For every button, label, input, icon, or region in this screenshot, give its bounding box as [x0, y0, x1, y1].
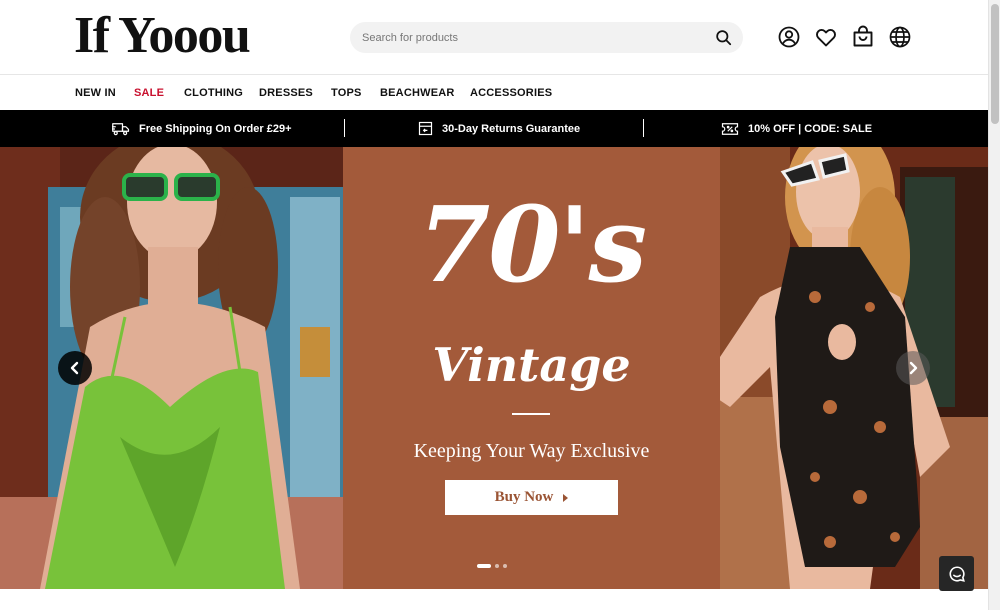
- promo-text-discount: 10% OFF | CODE: SALE: [748, 122, 873, 135]
- delivery-truck-icon: [112, 122, 130, 135]
- buy-now-label: Buy Now: [494, 489, 554, 505]
- nav-item-new-in[interactable]: NEW IN: [75, 87, 116, 99]
- nav-item-clothing[interactable]: CLOTHING: [184, 87, 243, 99]
- promo-free-shipping: Free Shipping On Order £29+: [112, 110, 292, 147]
- hero-tagline: Keeping Your Way Exclusive: [413, 440, 650, 462]
- account-icon[interactable]: [777, 25, 801, 49]
- chevron-right-icon: [909, 361, 918, 375]
- page-scrollbar[interactable]: [988, 0, 1000, 610]
- discount-ticket-icon: [721, 122, 739, 135]
- live-chat-button[interactable]: [939, 556, 974, 591]
- main-nav: NEW IN SALE CLOTHING DRESSES TOPS BEACHW…: [0, 76, 988, 109]
- nav-item-sale[interactable]: SALE: [134, 87, 164, 99]
- nav-item-accessories[interactable]: ACCESSORIES: [470, 87, 552, 99]
- hero-banner[interactable]: 70's Vintage Keeping Your Way Exclusive …: [0, 147, 988, 589]
- carousel-prev-button[interactable]: [58, 351, 92, 385]
- carousel-dot[interactable]: [503, 564, 507, 568]
- promo-text-returns: 30-Day Returns Guarantee: [442, 122, 581, 135]
- search-icon[interactable]: [714, 28, 733, 47]
- globe-icon[interactable]: [888, 25, 912, 49]
- nav-item-beachwear[interactable]: BEACHWEAR: [380, 87, 455, 99]
- nav-item-dresses[interactable]: DRESSES: [259, 87, 313, 99]
- promo-divider: [344, 119, 345, 137]
- hero-text-panel: 70's Vintage Keeping Your Way Exclusive …: [343, 147, 720, 589]
- page-content-strip: [0, 589, 988, 610]
- chat-bubble-icon: [948, 565, 965, 582]
- promo-text-shipping: Free Shipping On Order £29+: [139, 122, 292, 135]
- hero-headline: 70's: [417, 183, 647, 306]
- carousel-next-button[interactable]: [896, 351, 930, 385]
- promo-bar: Free Shipping On Order £29+ 30-Day Retur…: [0, 110, 988, 147]
- hero-subheadline: Vintage: [432, 338, 631, 392]
- hero-divider: [512, 413, 550, 415]
- shopping-bag-icon[interactable]: [851, 25, 875, 49]
- promo-divider: [643, 119, 644, 137]
- brand-logo[interactable]: If Yooou: [74, 8, 251, 64]
- promo-returns: 30-Day Returns Guarantee: [418, 110, 580, 147]
- carousel-dot[interactable]: [495, 564, 499, 568]
- chevron-left-icon: [70, 361, 79, 375]
- return-box-icon: [418, 121, 433, 136]
- nav-item-tops[interactable]: TOPS: [331, 87, 362, 99]
- search-input[interactable]: [362, 22, 702, 53]
- scrollbar-thumb[interactable]: [991, 4, 999, 124]
- wishlist-heart-icon[interactable]: [814, 25, 838, 49]
- play-arrow-icon: [563, 493, 569, 502]
- search-bar[interactable]: [350, 22, 743, 53]
- promo-discount: 10% OFF | CODE: SALE: [721, 110, 872, 147]
- carousel-dots: [477, 564, 507, 568]
- carousel-dot[interactable]: [477, 564, 491, 568]
- buy-now-button[interactable]: Buy Now: [445, 480, 618, 515]
- site-header: If Yooou: [0, 0, 988, 75]
